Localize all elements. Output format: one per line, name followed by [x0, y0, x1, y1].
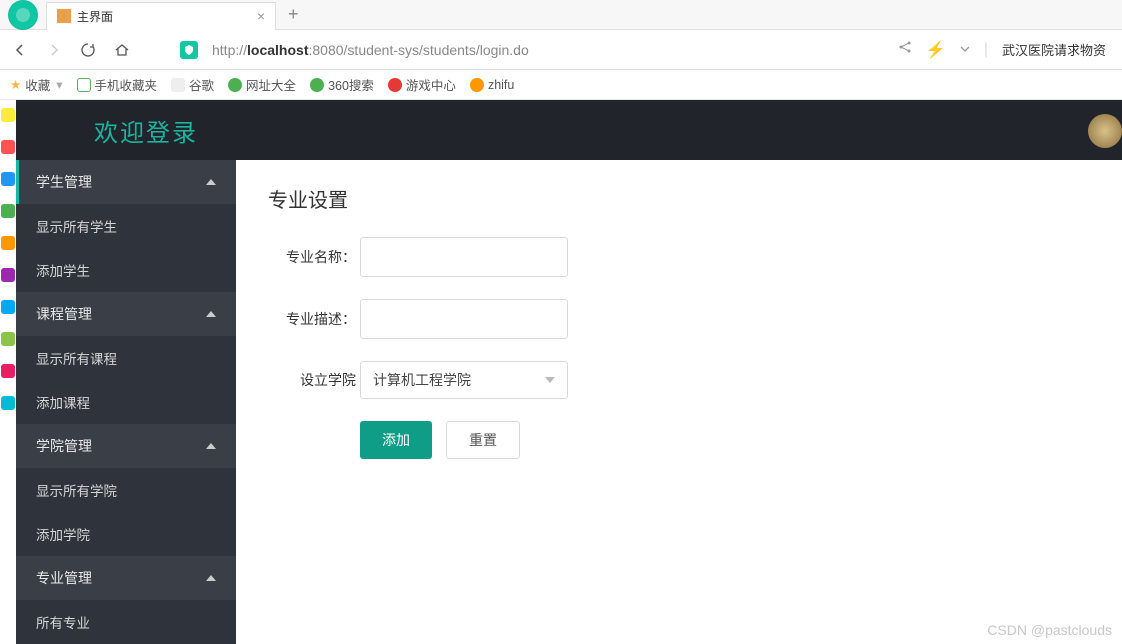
mobile-icon	[77, 78, 91, 92]
chevron-up-icon	[206, 443, 216, 449]
search-icon	[310, 78, 324, 92]
menu-group-college[interactable]: 学院管理	[16, 424, 236, 468]
major-desc-input[interactable]	[360, 299, 568, 339]
home-button[interactable]	[112, 40, 132, 60]
edge-icon[interactable]	[1, 364, 15, 378]
page-icon	[171, 78, 185, 92]
back-button[interactable]	[10, 40, 30, 60]
sidebar: 学生管理 显示所有学生 添加学生 课程管理 显示所有课程 添加课程 学院管理 显…	[16, 160, 236, 644]
new-tab-button[interactable]: +	[288, 4, 299, 25]
main-content: 专业设置 专业名称： 专业描述： 设立学院 计算机工程学院 添加 重置	[236, 160, 1122, 644]
edge-icon[interactable]	[1, 300, 15, 314]
tab-title: 主界面	[77, 8, 257, 25]
college-select[interactable]: 计算机工程学院	[360, 361, 568, 399]
chevron-down-icon	[545, 377, 555, 383]
security-shield-icon	[180, 41, 198, 59]
bookmark-google[interactable]: 谷歌	[171, 75, 214, 94]
browser-tab[interactable]: 主界面 ×	[46, 2, 276, 30]
share-icon[interactable]	[898, 40, 912, 59]
menu-group-student[interactable]: 学生管理	[16, 160, 236, 204]
major-name-input[interactable]	[360, 237, 568, 277]
chevron-up-icon	[206, 575, 216, 581]
edge-icon[interactable]	[1, 332, 15, 346]
pay-icon	[470, 78, 484, 92]
edge-icon[interactable]	[1, 140, 15, 154]
app-container: 欢迎登录 学生管理 显示所有学生 添加学生 课程管理 显示所有课程 添加课程 学…	[16, 100, 1122, 644]
edge-icon[interactable]	[1, 236, 15, 250]
app-title: 欢迎登录	[94, 113, 198, 148]
edge-icon[interactable]	[1, 108, 15, 122]
menu-item-all-majors[interactable]: 所有专业	[16, 600, 236, 644]
chevron-down-icon[interactable]	[960, 41, 970, 59]
menu-item-show-students[interactable]: 显示所有学生	[16, 204, 236, 248]
bookmark-360[interactable]: 360搜索	[310, 75, 374, 94]
submit-button[interactable]: 添加	[360, 421, 432, 459]
browser-tab-bar: 主界面 × +	[0, 0, 1122, 30]
menu-item-show-colleges[interactable]: 显示所有学院	[16, 468, 236, 512]
tab-favicon-icon	[57, 9, 71, 23]
college-select-value: 计算机工程学院	[373, 370, 471, 390]
edge-icon[interactable]	[1, 172, 15, 186]
menu-group-major[interactable]: 专业管理	[16, 556, 236, 600]
edge-icon[interactable]	[1, 204, 15, 218]
bookmark-mobile[interactable]: 手机收藏夹	[77, 75, 158, 94]
menu-item-show-courses[interactable]: 显示所有课程	[16, 336, 236, 380]
globe-icon	[228, 78, 242, 92]
favorites-button[interactable]: ★收藏▾	[10, 75, 63, 94]
url-prefix: http://	[212, 42, 247, 58]
watermark: CSDN @pastclouds	[987, 622, 1112, 638]
menu-item-add-college[interactable]: 添加学院	[16, 512, 236, 556]
address-bar: http://localhost:8080/student-sys/studen…	[0, 30, 1122, 70]
menu-item-add-course[interactable]: 添加课程	[16, 380, 236, 424]
avatar[interactable]	[1088, 114, 1122, 148]
bookmark-urls[interactable]: 网址大全	[228, 75, 296, 94]
menu-group-course[interactable]: 课程管理	[16, 292, 236, 336]
chevron-up-icon	[206, 179, 216, 185]
reset-button[interactable]: 重置	[446, 421, 520, 459]
star-icon: ★	[10, 77, 21, 92]
page-title: 专业设置	[268, 184, 1090, 213]
news-link[interactable]: 武汉医院请求物资	[1002, 40, 1106, 59]
browser-logo-icon	[8, 0, 38, 30]
bolt-icon[interactable]: ⚡	[926, 40, 946, 60]
major-desc-label: 专业描述：	[268, 309, 356, 329]
game-icon	[388, 78, 402, 92]
refresh-button[interactable]	[78, 40, 98, 60]
bookmark-games[interactable]: 游戏中心	[388, 75, 456, 94]
browser-side-panel	[0, 100, 16, 410]
url-path: :8080/student-sys/students/login.do	[309, 42, 529, 58]
url-host: localhost	[247, 42, 308, 58]
edge-icon[interactable]	[1, 396, 15, 410]
edge-icon[interactable]	[1, 268, 15, 282]
close-tab-icon[interactable]: ×	[257, 8, 265, 24]
app-header: 欢迎登录	[16, 100, 1122, 160]
url-display[interactable]: http://localhost:8080/student-sys/studen…	[212, 42, 884, 58]
chevron-up-icon	[206, 311, 216, 317]
bookmarks-bar: ★收藏▾ 手机收藏夹 谷歌 网址大全 360搜索 游戏中心 zhifu	[0, 70, 1122, 100]
forward-button[interactable]	[44, 40, 64, 60]
major-name-label: 专业名称：	[268, 247, 356, 267]
bookmark-zhifu[interactable]: zhifu	[470, 78, 514, 92]
college-label: 设立学院	[268, 370, 356, 390]
menu-item-add-student[interactable]: 添加学生	[16, 248, 236, 292]
